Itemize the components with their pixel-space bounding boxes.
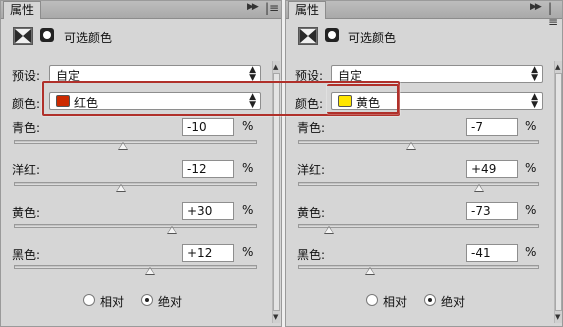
magenta-label: 洋红:: [297, 163, 326, 177]
collapse-arrows-icon[interactable]: ▶▶: [530, 2, 542, 12]
percent-sign: %: [525, 203, 537, 217]
yellow-label: 黄色:: [297, 206, 326, 220]
cyan-slider-track[interactable]: [14, 140, 257, 144]
magenta-input[interactable]: -12: [182, 160, 234, 178]
black-label: 黑色:: [12, 248, 41, 262]
magenta-label: 洋红:: [12, 163, 41, 177]
layer-mask-icon[interactable]: [40, 28, 54, 42]
scrollbar-thumb[interactable]: [555, 73, 562, 311]
magenta-slider-track[interactable]: [298, 182, 539, 186]
cyan-input[interactable]: -10: [182, 118, 234, 136]
absolute-label: 绝对: [441, 295, 466, 309]
percent-sign: %: [242, 161, 254, 175]
layer-mask-icon[interactable]: [325, 28, 339, 42]
tab-properties[interactable]: 属性: [288, 1, 327, 19]
panel-title: 可选颜色: [348, 31, 397, 45]
yellow-label: 黄色:: [12, 206, 41, 220]
absolute-radio[interactable]: [141, 294, 153, 306]
cyan-input[interactable]: -7: [466, 118, 518, 136]
updown-caret-icon: ▲ ▼: [531, 65, 538, 83]
panel-titlebar: 属性 ▶▶ |≡: [1, 1, 281, 19]
selective-color-adjustment-icon[interactable]: [13, 27, 33, 45]
scroll-up-icon[interactable]: ▲: [555, 63, 560, 71]
cyan-label: 青色:: [297, 121, 326, 135]
panel-title: 可选颜色: [64, 31, 113, 45]
highlight-box: [327, 84, 399, 114]
selective-color-adjustment-icon[interactable]: [298, 27, 318, 45]
panel-menu-icon[interactable]: |≡: [265, 1, 279, 15]
updown-caret-icon: ▲ ▼: [531, 92, 538, 110]
black-label: 黑色:: [297, 248, 326, 262]
scroll-down-icon[interactable]: ▼: [273, 313, 278, 321]
panel-scrollbar[interactable]: ▲ ▼: [554, 61, 562, 323]
relative-label: 相对: [100, 295, 125, 309]
magenta-slider-track[interactable]: [14, 182, 257, 186]
magenta-input[interactable]: +49: [466, 160, 518, 178]
relative-label: 相对: [383, 295, 408, 309]
properties-panel-right: 属性 ▶▶ |≡ 可选颜色 预设: 自定 ▲ ▼ 颜色: 黄色 ▲ ▼ 青色: -7…: [285, 0, 563, 327]
percent-sign: %: [242, 245, 254, 259]
yellow-slider-track[interactable]: [14, 224, 257, 228]
cyan-label: 青色:: [12, 121, 41, 135]
black-slider-track[interactable]: [298, 265, 539, 269]
percent-sign: %: [242, 119, 254, 133]
properties-panel-left: 属性 ▶▶ |≡ 可选颜色 预设: 自定 ▲ ▼ 颜色: 红色 ▲ ▼ 青色: -1…: [0, 0, 282, 327]
percent-sign: %: [525, 161, 537, 175]
collapse-arrows-icon[interactable]: ▶▶: [247, 2, 259, 12]
scroll-down-icon[interactable]: ▼: [555, 313, 560, 321]
relative-radio[interactable]: [366, 294, 378, 306]
relative-radio[interactable]: [83, 294, 95, 306]
panel-menu-icon[interactable]: |≡: [548, 1, 562, 29]
black-slider-track[interactable]: [14, 265, 257, 269]
yellow-input[interactable]: -73: [466, 202, 518, 220]
absolute-label: 绝对: [158, 295, 183, 309]
percent-sign: %: [242, 203, 254, 217]
percent-sign: %: [525, 119, 537, 133]
scroll-up-icon[interactable]: ▲: [273, 63, 278, 71]
absolute-radio[interactable]: [424, 294, 436, 306]
color-label: 颜色:: [12, 97, 41, 111]
black-input[interactable]: +12: [182, 244, 234, 262]
yellow-input[interactable]: +30: [182, 202, 234, 220]
updown-caret-icon: ▲ ▼: [249, 65, 256, 83]
percent-sign: %: [525, 245, 537, 259]
tab-properties[interactable]: 属性: [3, 1, 42, 19]
preset-label: 预设:: [12, 69, 41, 83]
cyan-slider-track[interactable]: [298, 140, 539, 144]
panel-titlebar: 属性 ▶▶ |≡: [286, 1, 562, 29]
black-input[interactable]: -41: [466, 244, 518, 262]
